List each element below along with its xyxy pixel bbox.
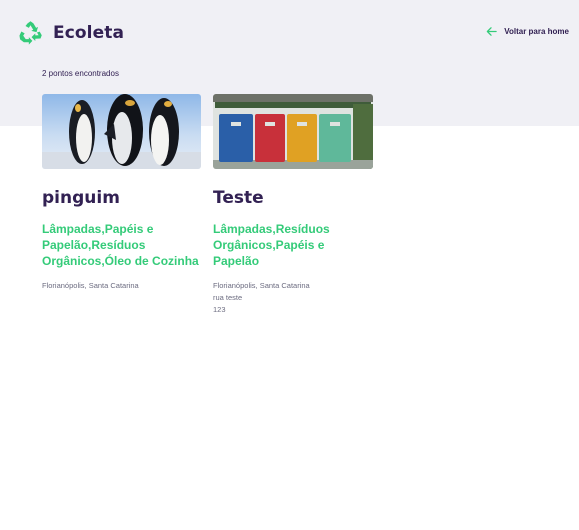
point-name: Teste — [213, 188, 264, 208]
point-number: 123 — [213, 305, 226, 314]
back-to-home-link[interactable]: Voltar para home — [486, 26, 569, 37]
point-street: rua teste — [213, 293, 243, 302]
point-address: Florianópolis, Santa Catarina rua teste … — [213, 280, 373, 316]
header: Ecoleta Voltar para home — [18, 20, 569, 48]
back-link-label: Voltar para home — [504, 27, 569, 36]
point-card[interactable]: pinguim Lâmpadas,Papéis e Papelão,Resídu… — [42, 94, 201, 292]
recycling-bins-photo — [213, 94, 373, 169]
point-items: Lâmpadas,Resíduos Orgânicos,Papéis e Pap… — [213, 222, 330, 268]
arrow-left-icon — [486, 27, 497, 36]
results-count: 2 pontos encontrados — [42, 69, 119, 78]
recycle-icon — [19, 21, 42, 45]
point-address: Florianópolis, Santa Catarina — [42, 280, 201, 292]
point-name: pinguim — [42, 188, 120, 208]
point-city: Florianópolis, Santa Catarina — [42, 281, 139, 290]
point-city: Florianópolis, Santa Catarina — [213, 281, 310, 290]
point-items: Lâmpadas,Papéis e Papelão,Resíduos Orgân… — [42, 222, 199, 268]
logo[interactable]: Ecoleta — [18, 20, 124, 45]
penguins-photo — [42, 94, 201, 169]
point-card[interactable]: Teste Lâmpadas,Resíduos Orgânicos,Papéis… — [213, 94, 373, 316]
app-title: Ecoleta — [53, 22, 125, 43]
